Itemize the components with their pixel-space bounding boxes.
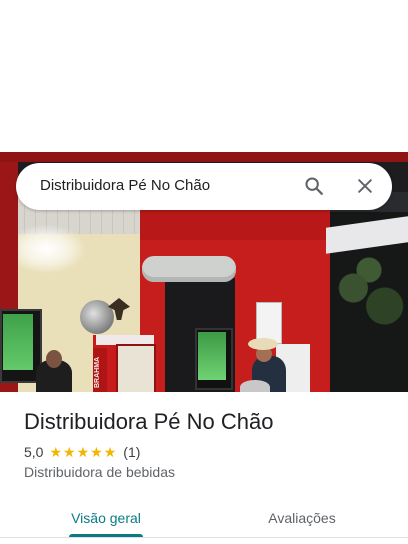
- photo-air-conditioner: [142, 256, 236, 282]
- photo-plants: [330, 252, 408, 342]
- photo-left-tv-screen: [3, 314, 33, 370]
- search-icon[interactable]: [302, 174, 326, 198]
- rating-row[interactable]: 5,0 ★ ★ ★ ★ ★ (1): [24, 443, 140, 461]
- photo-right-tv-screen: [198, 332, 226, 380]
- tab-reviews[interactable]: Avaliações: [240, 498, 364, 538]
- close-icon[interactable]: [353, 174, 377, 198]
- photo-red-wall-top: [140, 210, 330, 240]
- photo-ceiling-light: [6, 224, 86, 274]
- search-bar[interactable]: Distribuidora Pé No Chão: [16, 163, 392, 210]
- photo-fridge-door: [116, 344, 156, 392]
- star-icon: ★: [63, 444, 76, 460]
- star-icon: ★: [90, 444, 103, 460]
- photo-person-right-hat: [248, 338, 278, 350]
- photo-person-left-head: [46, 350, 62, 368]
- rating-value: 5,0: [24, 444, 44, 460]
- star-icon: ★: [49, 444, 63, 460]
- search-query[interactable]: Distribuidora Pé No Chão: [40, 177, 210, 194]
- place-title: Distribuidora Pé No Chão: [24, 409, 274, 434]
- top-blank-area: [0, 0, 408, 152]
- photo-brand-sign-text: BRAHMA: [94, 356, 101, 388]
- tab-overview[interactable]: Visão geral: [44, 498, 168, 538]
- rating-stars: ★ ★ ★ ★ ★: [49, 445, 117, 459]
- place-tabs: Visão geral Avaliações: [0, 498, 408, 538]
- photo-round-mirror: [80, 300, 114, 334]
- place-category[interactable]: Distribuidora de bebidas: [24, 464, 175, 480]
- review-count[interactable]: (1): [123, 444, 140, 460]
- tabs-divider: [0, 537, 408, 538]
- star-icon: ★: [76, 444, 90, 460]
- photo-red-stripe: [0, 152, 408, 162]
- photo-person-bottom: [240, 380, 270, 392]
- star-icon: ★: [103, 444, 117, 460]
